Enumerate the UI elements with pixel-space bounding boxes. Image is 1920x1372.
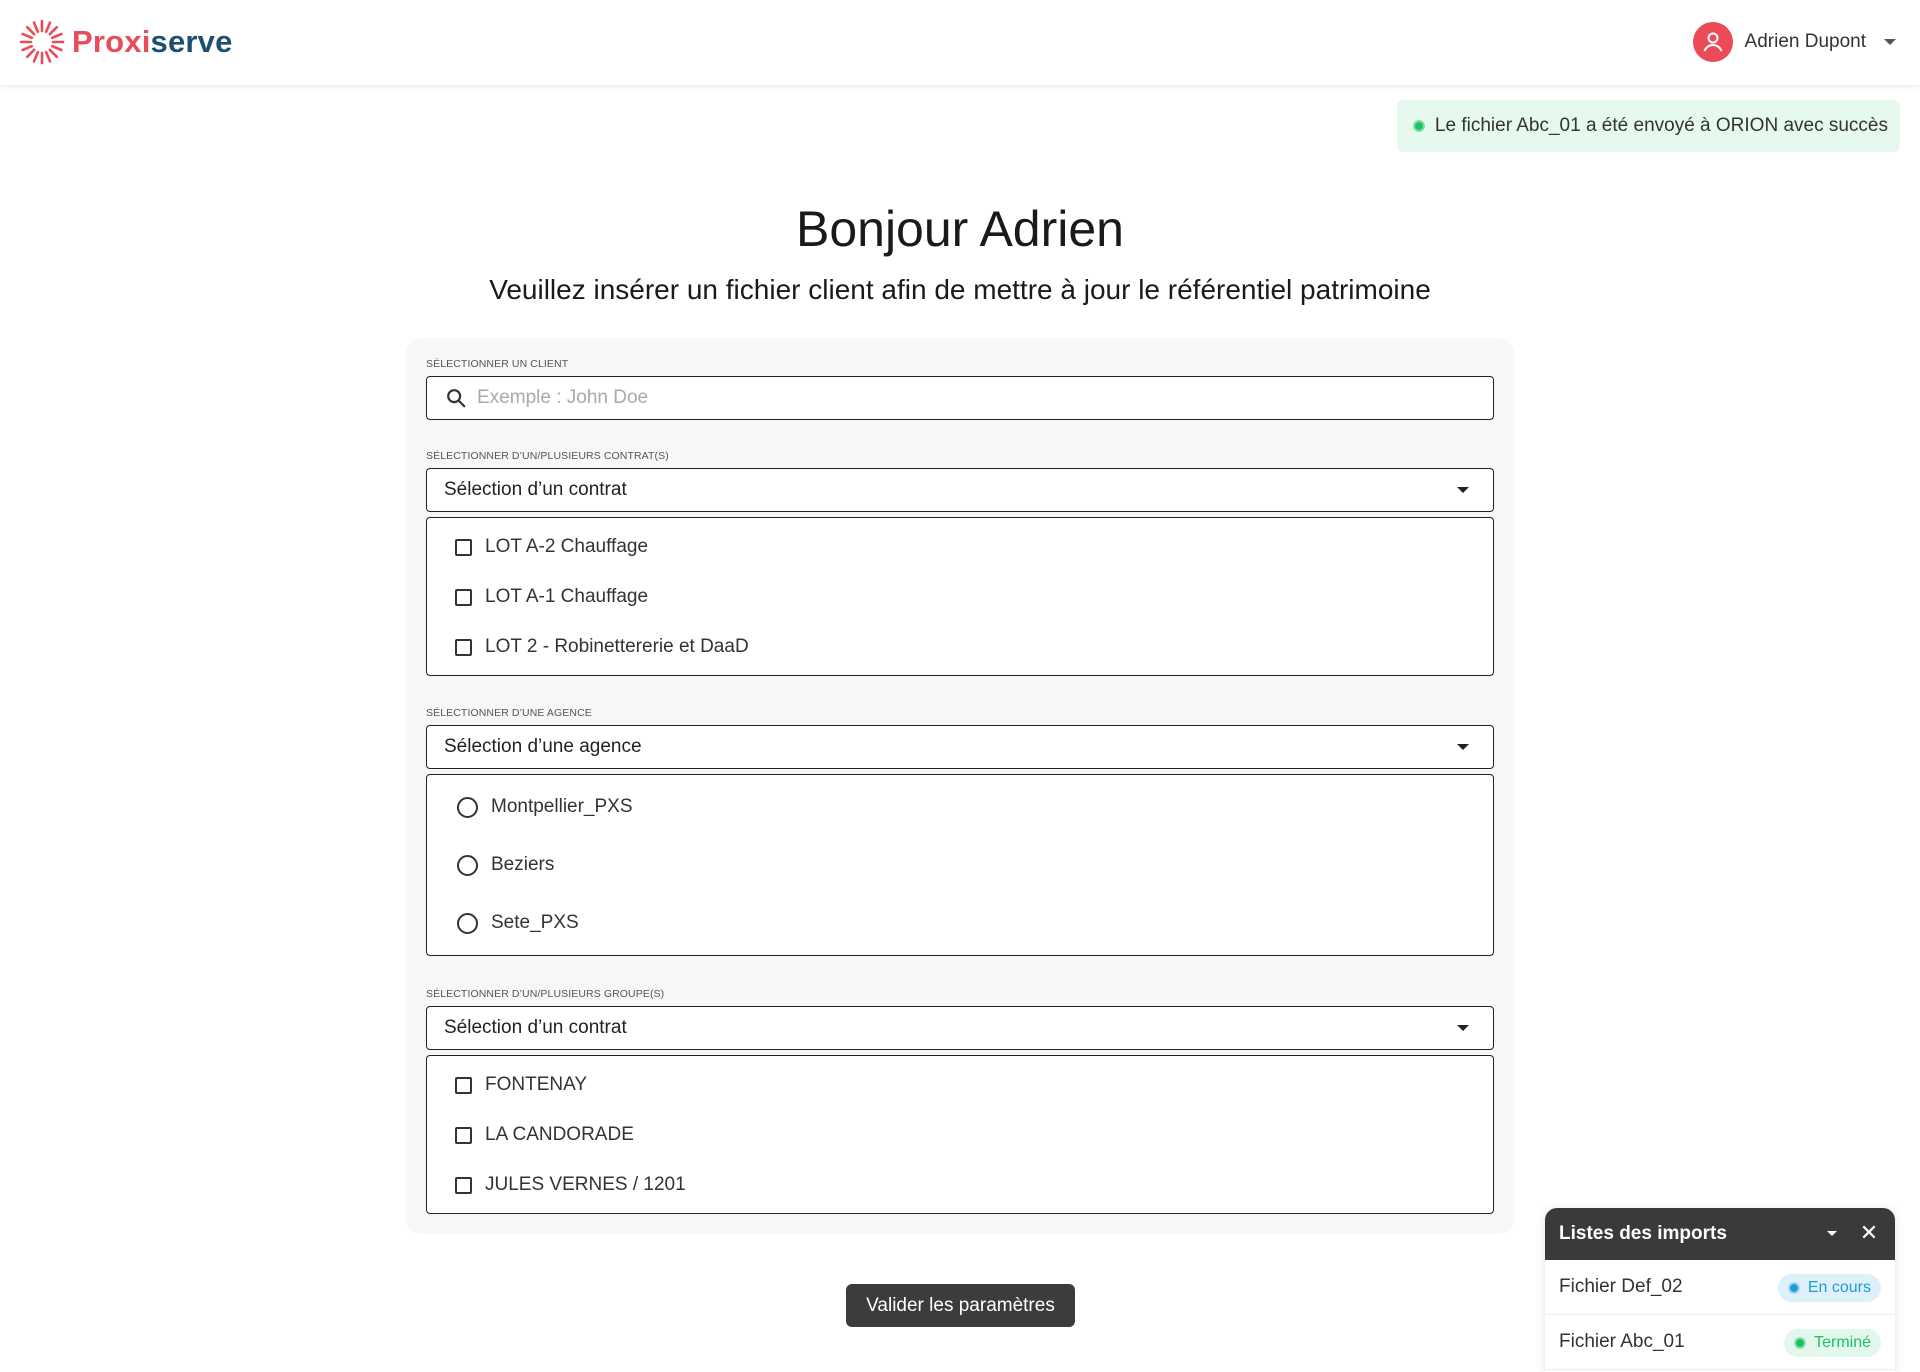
contract-option-label: LOT A-2 Chauffage [485, 536, 649, 557]
imports-panel-header: Listes des imports ✕ [1545, 1208, 1895, 1260]
submit-parameters-button[interactable]: Valider les paramètres [846, 1284, 1075, 1327]
dropdown-arrow-icon [1457, 744, 1469, 750]
chevron-down-icon[interactable] [1884, 39, 1896, 45]
contracts-select-value: Sélection d’un contrat [444, 479, 627, 500]
groups-field-label: Sélectionner d’un/plusieurs groupe(s) [426, 988, 665, 1000]
dropdown-arrow-icon [1457, 1025, 1469, 1031]
status-badge-label: En cours [1807, 1279, 1871, 1296]
radio-button[interactable] [457, 796, 478, 818]
client-field-label: Sélectionner un client [426, 358, 569, 370]
status-badge: Terminé [1784, 1329, 1881, 1357]
import-file-name: Fichier Abc_01 [1559, 1331, 1685, 1352]
contracts-field-label: Sélectionner d’un/plusieurs contrat(s) [426, 450, 669, 462]
page-subtitle: Veuillez insérer un fichier client afin … [489, 274, 1431, 305]
agency-select-value: Sélection d’une agence [444, 736, 642, 757]
logo-wordmark-proxi: Proxi [72, 24, 151, 59]
group-option-label: JULES VERNES / 1201 [485, 1174, 686, 1195]
success-status-dot-icon [1412, 120, 1425, 132]
status-dot-icon [1794, 1337, 1807, 1349]
imports-panel: Listes des imports ✕ Fichier Def_02 En c… [1545, 1208, 1895, 1372]
user-menu[interactable]: Adrien Dupont [1692, 22, 1896, 62]
agency-option-label: Sete_PXS [491, 912, 579, 933]
agency-option[interactable]: Montpellier_PXS [427, 792, 633, 822]
import-file-name: Fichier Def_02 [1559, 1276, 1683, 1297]
import-row[interactable]: Fichier Def_02 En cours [1545, 1260, 1895, 1315]
checkbox[interactable] [455, 638, 472, 656]
checkbox[interactable] [455, 1076, 472, 1094]
sunburst-logo-icon [19, 19, 65, 65]
contract-option-label: LOT A-1 Chauffage [485, 586, 649, 607]
checkbox[interactable] [455, 1126, 472, 1144]
status-badge: En cours [1777, 1274, 1881, 1302]
agency-option-label: Beziers [491, 854, 555, 875]
contracts-select[interactable]: Sélection d’un contrat [426, 468, 1494, 512]
contract-option[interactable]: LOT A-2 Chauffage [427, 532, 648, 562]
group-option-label: LA CANDORADE [485, 1124, 634, 1145]
agency-options-list: Montpellier_PXS Beziers Sete_PXS [426, 774, 1494, 956]
close-icon[interactable]: ✕ [1857, 1221, 1881, 1245]
search-icon [447, 389, 466, 408]
proxiserve-logo[interactable]: Proxiserve [18, 18, 233, 66]
notification-message: Le fichier Abc_01 a été envoyé à ORION a… [1434, 115, 1888, 136]
page-title: Bonjour Adrien [795, 201, 1124, 257]
status-badge-label: Terminé [1814, 1334, 1871, 1351]
imports-panel-title: Listes des imports [1559, 1223, 1727, 1244]
groups-select-value: Sélection d’un contrat [444, 1017, 627, 1038]
group-option[interactable]: FONTENAY [427, 1070, 587, 1100]
user-avatar-icon [1692, 22, 1733, 62]
success-notification: Le fichier Abc_01 a été envoyé à ORION a… [1396, 100, 1900, 152]
agency-select[interactable]: Sélection d’une agence [426, 725, 1494, 769]
collapse-chevron-icon[interactable] [1827, 1231, 1837, 1236]
radio-button[interactable] [457, 854, 478, 876]
group-option-label: FONTENAY [485, 1074, 588, 1095]
client-search-field[interactable] [426, 376, 1494, 420]
logo-wordmark-serve: serve [150, 24, 233, 59]
agency-option[interactable]: Beziers [427, 850, 554, 880]
contract-option-label: LOT 2 - Robinettererie et DaaD [485, 636, 749, 657]
user-name: Adrien Dupont [1744, 31, 1866, 52]
checkbox[interactable] [455, 1176, 472, 1194]
agency-field-label: Sélectionner d’une agence [426, 707, 592, 719]
radio-button[interactable] [457, 912, 478, 934]
agency-option-label: Montpellier_PXS [491, 796, 633, 817]
client-search-input[interactable] [477, 387, 1377, 409]
logo-wordmark: Proxiserve [72, 24, 233, 60]
status-dot-icon [1787, 1282, 1800, 1294]
groups-select[interactable]: Sélection d’un contrat [426, 1006, 1494, 1050]
contract-option[interactable]: LOT A-1 Chauffage [427, 582, 648, 612]
group-option[interactable]: JULES VERNES / 1201 [427, 1170, 686, 1200]
contracts-options-list: LOT A-2 Chauffage LOT A-1 Chauffage LOT … [426, 517, 1494, 676]
import-form-card: Sélectionner un client Sélectionner d’un… [406, 338, 1514, 1234]
checkbox[interactable] [455, 588, 472, 606]
contract-option[interactable]: LOT 2 - Robinettererie et DaaD [427, 632, 749, 662]
import-row[interactable]: Fichier Abc_01 Terminé [1545, 1315, 1895, 1370]
group-option[interactable]: LA CANDORADE [427, 1120, 634, 1150]
groups-options-list: FONTENAY LA CANDORADE JULES VERNES / 120… [426, 1055, 1494, 1214]
top-navbar: Proxiserve Adrien Dupont [0, 0, 1920, 85]
dropdown-arrow-icon [1457, 487, 1469, 493]
agency-option[interactable]: Sete_PXS [427, 908, 579, 938]
checkbox[interactable] [455, 538, 472, 556]
